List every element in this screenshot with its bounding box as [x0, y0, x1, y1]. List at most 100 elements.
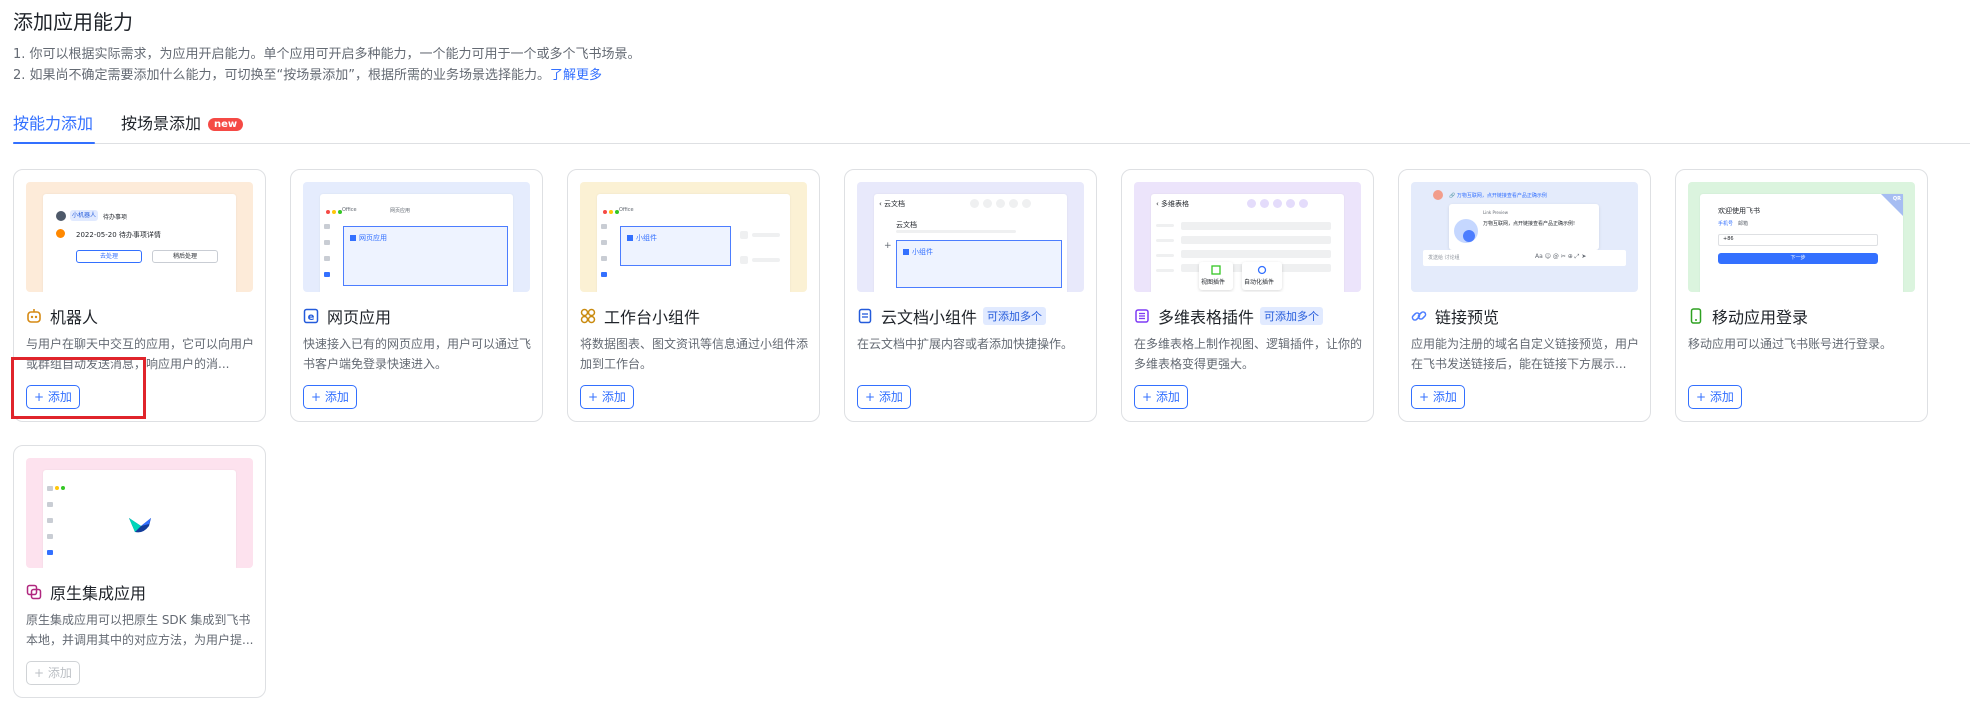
mobile-tab-phone: 手机号 — [1718, 221, 1734, 227]
card-title: 云文档小组件 可添加多个 — [857, 304, 1047, 328]
mobile-welcome: 欢迎使用飞书 — [1718, 207, 1760, 215]
card-thumbnail: 欢迎使用飞书 手机号 邮箱 +86 下一步 QR — [1688, 182, 1915, 292]
card-title: e 网页应用 — [303, 304, 391, 328]
page-title: 添加应用能力 — [13, 10, 133, 34]
card-thumbnail: ‹ 云文档 云文档 + 小组件 — [857, 182, 1084, 292]
lark-logo-icon — [129, 518, 151, 533]
avatar — [1433, 190, 1443, 200]
add-native-integration-button[interactable]: + 添加 — [26, 661, 80, 685]
tab-by-scenario-label: 按场景添加 — [121, 114, 202, 133]
add-bitable-plugin-button[interactable]: + 添加 — [1134, 385, 1188, 409]
toolbar-icons: Aa ☺ @ ✂ ⊕ ⤢ ➤ — [1535, 253, 1587, 260]
card-thumbnail: 🔗 万物互联网，点开链接查看产品正确示例 Link Preview 万物互联网，… — [1411, 182, 1638, 292]
add-mobile-login-button[interactable]: + 添加 — [1688, 385, 1742, 409]
card-title: 链接预览 — [1411, 304, 1499, 328]
card-link-preview: 🔗 万物互联网，点开链接查看产品正确示例 Link Preview 万物互联网，… — [1398, 169, 1651, 422]
card-mobile-login: 欢迎使用飞书 手机号 邮箱 +86 下一步 QR 移动应用登录 移动应用可以通过… — [1675, 169, 1928, 422]
add-doc-widget-button[interactable]: + 添加 — [857, 385, 911, 409]
bot-name: 小机器人 — [70, 210, 98, 221]
description-line-2-text: 2. 如果尚不确定需要添加什么能力，可切换至“按场景添加”，根据所需的业务场景选… — [13, 68, 551, 83]
native-icon — [26, 584, 42, 600]
card-thumbnail: 小机器人 待办事项 2022-05-20 待办事项详情 去处理 稍后处理 — [26, 182, 253, 292]
country-code: +86 — [1723, 236, 1734, 242]
robot-icon — [26, 308, 42, 324]
card-description: 在多维表格上制作视图、逻辑插件，让你的多维表格变得更强大。 — [1134, 337, 1363, 371]
doc-widget-box-label: 小组件 — [903, 247, 933, 257]
card-thumbnail: Office 网页应用 网页应用 — [303, 182, 530, 292]
multiple-tag: 可添加多个 — [983, 307, 1047, 325]
card-description: 移动应用可以通过飞书账号进行登录。 — [1688, 337, 1893, 351]
card-thumbnail: ‹ 多维表格 视图插件 自动化插件 — [1134, 182, 1361, 292]
mobile-tab-email: 邮箱 — [1738, 221, 1749, 227]
handle-button: 去处理 — [76, 250, 142, 263]
doc-icon — [857, 308, 873, 324]
tab-by-scenario[interactable]: 按场景添加 new — [121, 110, 244, 143]
doc-back-text: 云文档 — [884, 200, 906, 208]
card-bitable-plugin: ‹ 多维表格 视图插件 自动化插件 多维表格插件 可添加多个 在多维表格上制作视… — [1121, 169, 1374, 422]
card-web-app: Office 网页应用 网页应用 e 网页应用 快速接入已有的网页应用，用户可以… — [290, 169, 543, 422]
link-preview-text: 万物互联网，点开链接查看产品正确示例! — [1483, 221, 1576, 227]
card-thumbnail — [26, 458, 253, 568]
bitable-back-text: 多维表格 — [1161, 200, 1190, 208]
description-line-2: 2. 如果尚不确定需要添加什么能力，可切换至“按场景添加”，根据所需的业务场景选… — [13, 64, 602, 83]
preview-graphic — [1454, 219, 1478, 243]
card-thumbnail: Office 小组件 — [580, 182, 807, 292]
automation-plugin-icon — [1257, 265, 1267, 275]
card-title: 机器人 — [26, 304, 98, 328]
phone-input: +86 — [1718, 234, 1878, 246]
view-plugin-label: 视图插件 — [1201, 279, 1226, 286]
card-doc-widget: ‹ 云文档 云文档 + 小组件 云文档小组件 可添加多个 在云文档中扩展内容或者… — [844, 169, 1097, 422]
todo-label: 待办事项 — [103, 214, 128, 221]
multiple-tag: 可添加多个 — [1260, 307, 1324, 325]
bitable-back-label: ‹ 多维表格 — [1156, 200, 1190, 208]
link-text: 🔗 万物互联网，点开链接查看产品正确示例 — [1449, 193, 1547, 199]
card-description: 将数据图表、图文资讯等信息通过小组件添加到工作台。 — [580, 337, 809, 371]
automation-plugin-label: 自动化插件 — [1244, 279, 1275, 286]
card-title-text: 链接预览 — [1435, 308, 1500, 327]
web-e-icon: e — [303, 308, 319, 324]
learn-more-link[interactable]: 了解更多 — [550, 68, 602, 83]
doc-back-label: ‹ 云文档 — [879, 200, 906, 208]
card-title: 工作台小组件 — [580, 304, 700, 328]
link-preview-card: Link Preview 万物互联网，点开链接查看产品正确示例! — [1449, 204, 1599, 250]
tab-by-ability-label: 按能力添加 — [13, 114, 94, 133]
card-title: 多维表格插件 可添加多个 — [1134, 304, 1324, 328]
card-title: 原生集成应用 — [26, 580, 146, 604]
card-title-text: 原生集成应用 — [50, 584, 147, 603]
qr-corner-label: QR — [1892, 196, 1901, 202]
view-plugin-pill: 视图插件 — [1199, 262, 1233, 290]
card-title-text: 机器人 — [50, 308, 99, 327]
plus-icon: + — [884, 241, 892, 251]
card-title-text: 多维表格插件 — [1158, 308, 1255, 327]
card-description: 快速接入已有的网页应用，用户可以通过飞书客户端免登录快速进入。 — [303, 337, 532, 371]
card-title-text: 移动应用登录 — [1712, 308, 1809, 327]
card-workplace-widget: Office 小组件 工作台小组件 将数据图表、图文资讯等信息通过小组件添加到工… — [567, 169, 820, 422]
add-link-preview-button[interactable]: + 添加 — [1411, 385, 1465, 409]
message-input-bar: 发送给 讨论组 Aa ☺ @ ✂ ⊕ ⤢ ➤ — [1423, 250, 1626, 266]
new-badge: new — [208, 118, 244, 131]
tab-bar: 按能力添加 按场景添加 new — [13, 108, 1970, 144]
add-web-app-button[interactable]: + 添加 — [303, 385, 357, 409]
mobile-icon — [1688, 308, 1704, 324]
link-icon — [1411, 308, 1427, 324]
widget-icon — [580, 308, 596, 324]
view-plugin-icon — [1211, 265, 1221, 275]
browser-tab-office: Office — [342, 207, 357, 213]
card-description: 原生集成应用可以把原生 SDK 集成到飞书本地，并调用其中的对应方法，为用户提.… — [26, 613, 254, 647]
next-button: 下一步 — [1718, 253, 1878, 264]
bell-icon — [56, 229, 65, 238]
browser-tab-web: 网页应用 — [390, 208, 411, 214]
card-description: 在云文档中扩展内容或者添加快捷操作。 — [857, 337, 1074, 351]
link-text-value: 万物互联网，点开链接查看产品正确示例 — [1456, 193, 1547, 199]
tab-by-ability[interactable]: 按能力添加 — [13, 110, 95, 144]
avatar — [56, 211, 66, 221]
highlight-box — [11, 357, 146, 419]
description-line-1: 1. 你可以根据实际需求，为应用开启能力。单个应用可开启多种能力，一个能力可用于… — [13, 47, 641, 62]
add-workplace-widget-button[interactable]: + 添加 — [580, 385, 634, 409]
card-native-integration: 原生集成应用 原生集成应用可以把原生 SDK 集成到飞书本地，并调用其中的对应方… — [13, 445, 266, 698]
web-app-box-label: 网页应用 — [350, 233, 387, 243]
svg-text:e: e — [308, 312, 315, 323]
message-input-placeholder: 发送给 讨论组 — [1428, 255, 1460, 261]
link-preview-sub: Link Preview — [1483, 210, 1509, 215]
automation-plugin-pill: 自动化插件 — [1242, 262, 1282, 290]
